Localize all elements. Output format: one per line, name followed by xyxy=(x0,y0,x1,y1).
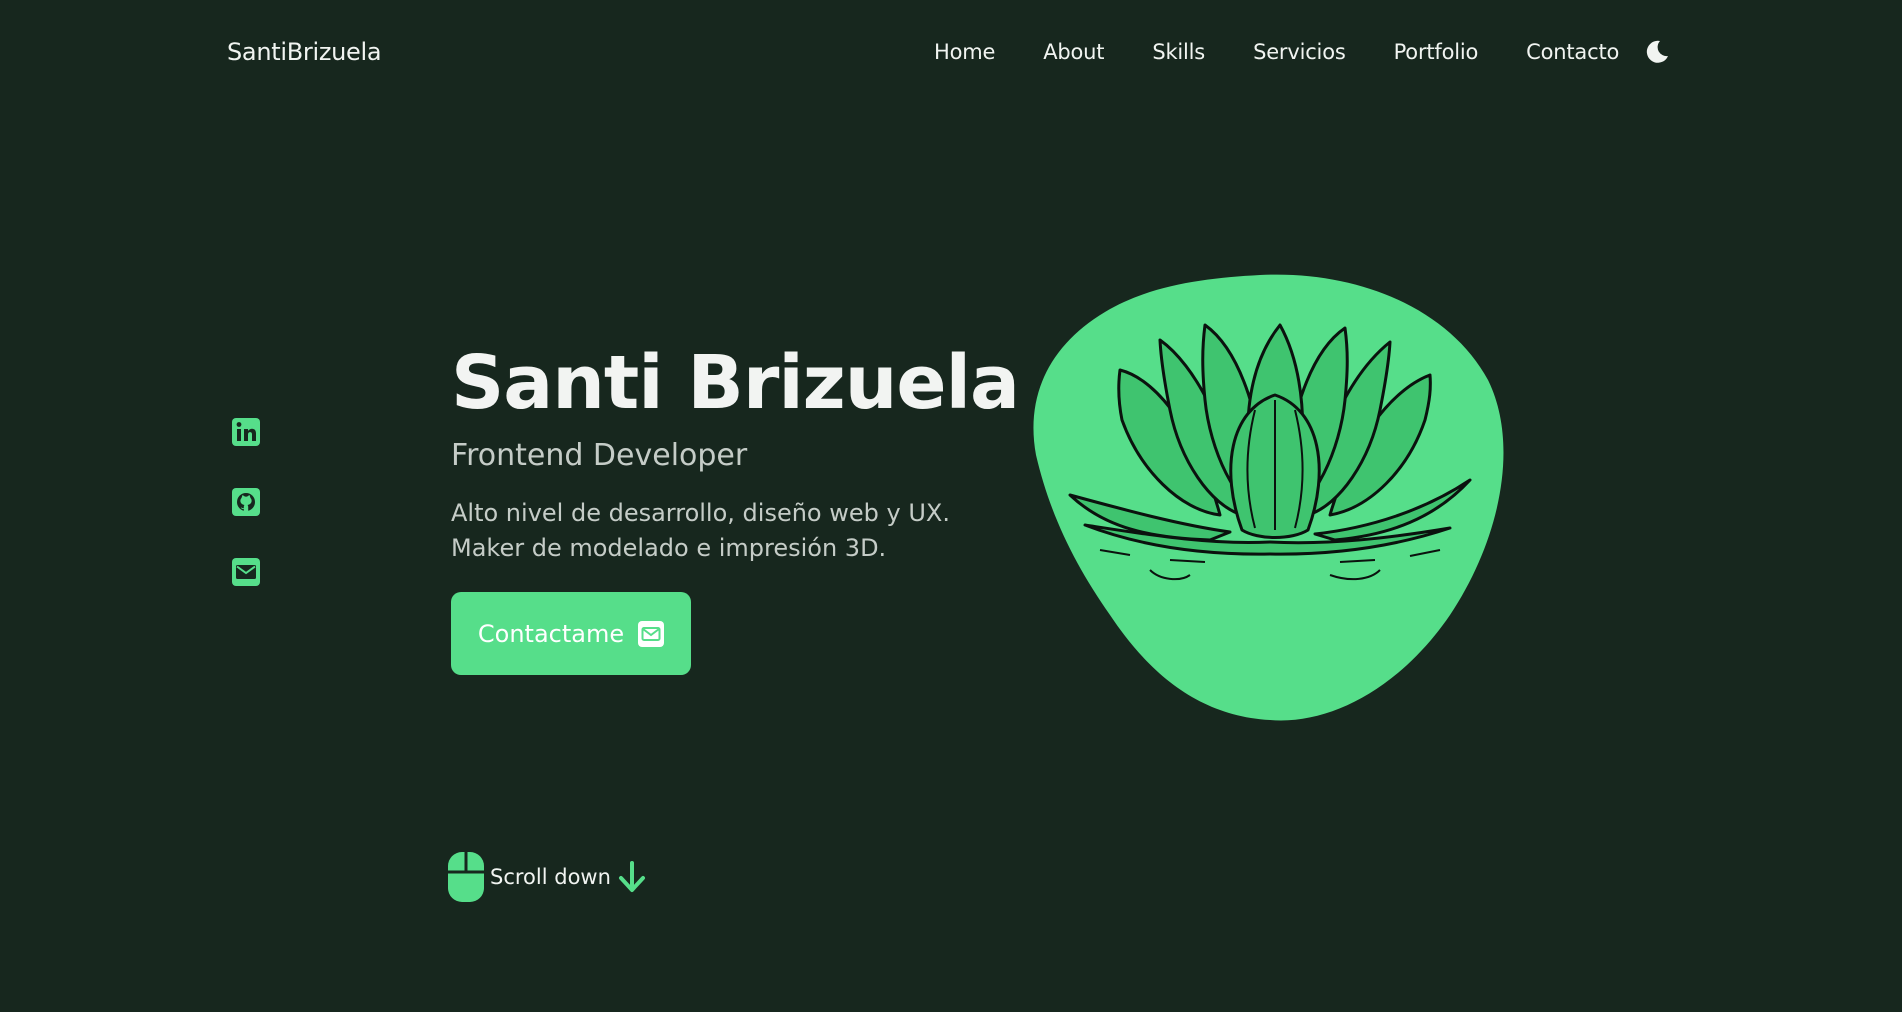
contact-button-label: Contactame xyxy=(477,619,625,648)
mail-icon xyxy=(638,620,665,647)
header: SantiBrizuela Home About Skills Servicio… xyxy=(0,0,1902,106)
site-logo[interactable]: SantiBrizuela xyxy=(227,38,382,66)
nav-about[interactable]: About xyxy=(1043,40,1104,64)
hero-image xyxy=(1030,270,1514,730)
hero: Santi Brizuela Frontend Developer Alto n… xyxy=(451,338,1020,675)
nav-contacto[interactable]: Contacto xyxy=(1526,40,1619,64)
scroll-down-label: Scroll down xyxy=(490,865,611,889)
hero-description-line: Alto nivel de desarrollo, diseño web y U… xyxy=(451,499,950,527)
github-icon[interactable] xyxy=(232,488,260,516)
scroll-down-button[interactable]: Scroll down xyxy=(448,852,647,902)
mouse-icon xyxy=(448,852,484,902)
lotus-illustration xyxy=(1033,274,1504,721)
arrow-down-icon xyxy=(618,861,645,892)
hero-description: Alto nivel de desarrollo, diseño web y U… xyxy=(451,496,971,566)
contact-button[interactable]: Contactame xyxy=(451,592,691,675)
moon-icon[interactable] xyxy=(1643,38,1671,66)
hero-title: Santi Brizuela xyxy=(451,340,1020,426)
hero-subtitle: Frontend Developer xyxy=(451,438,748,473)
main-nav: Home About Skills Servicios Portfolio Co… xyxy=(934,38,1671,66)
social-links xyxy=(232,418,260,628)
nav-home[interactable]: Home xyxy=(934,40,995,64)
nav-servicios[interactable]: Servicios xyxy=(1253,40,1346,64)
nav-skills[interactable]: Skills xyxy=(1152,40,1205,64)
mail-icon[interactable] xyxy=(232,558,260,586)
nav-portfolio[interactable]: Portfolio xyxy=(1394,40,1479,64)
hero-description-line: Maker de modelado e impresión 3D. xyxy=(451,534,887,562)
linkedin-icon[interactable] xyxy=(232,418,260,446)
